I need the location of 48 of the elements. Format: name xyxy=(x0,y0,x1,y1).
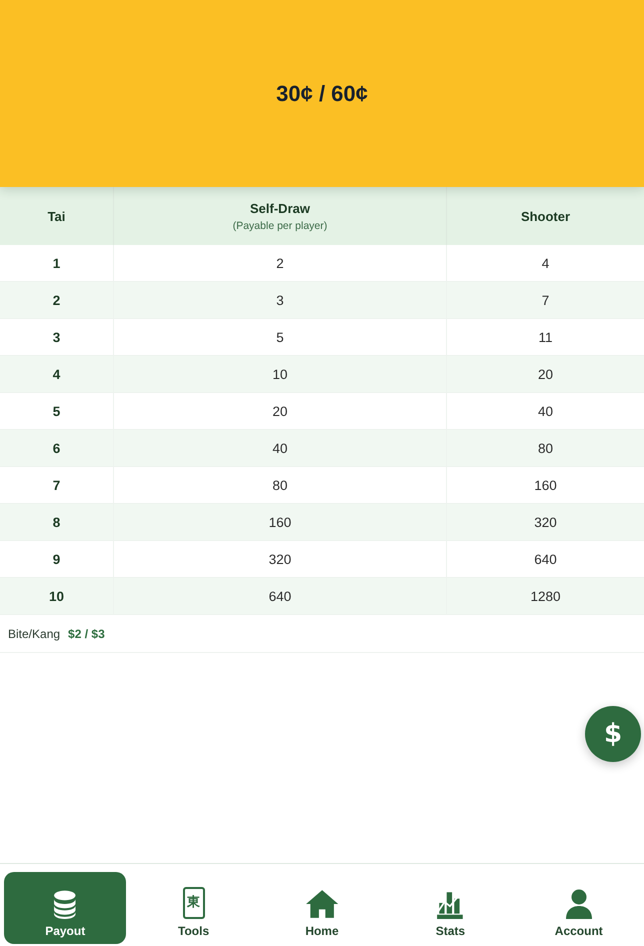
shooter-value: 640 xyxy=(534,552,557,566)
nav-tab[interactable]: Stats xyxy=(389,872,512,944)
self-draw-value: 5 xyxy=(276,330,284,344)
bar-chart-icon xyxy=(436,889,464,919)
column-note: (Payable per player) xyxy=(232,220,328,232)
nav-tab[interactable]: Payout xyxy=(4,872,126,944)
tai-value: 1 xyxy=(52,256,60,270)
tai-value: 4 xyxy=(52,366,60,382)
shooter-value: 1280 xyxy=(530,588,561,604)
column-title: Shooter xyxy=(520,208,570,224)
account-icon xyxy=(564,889,593,919)
self-draw-value: 3 xyxy=(276,292,284,308)
self-draw-value: 2 xyxy=(276,256,284,270)
shooter-value: 40 xyxy=(538,404,554,418)
mahjong-tile-icon: 東 xyxy=(182,887,205,919)
tai-value: 2 xyxy=(52,292,60,308)
self-draw-value: 320 xyxy=(268,552,292,566)
shooter-value: 160 xyxy=(534,478,557,492)
shooter-value: 11 xyxy=(538,330,552,344)
column-title: Tai xyxy=(48,208,66,224)
stake-title: 30¢ / 60¢ xyxy=(276,80,368,106)
shooter-value: 20 xyxy=(538,366,554,382)
payout-fab-button[interactable]: $ xyxy=(585,706,641,762)
shooter-value: 80 xyxy=(538,440,554,456)
tai-value: 6 xyxy=(52,440,60,456)
tai-value: 5 xyxy=(52,404,60,418)
self-draw-value: 640 xyxy=(268,588,292,604)
nav-tab[interactable]: Home xyxy=(260,872,384,944)
tai-value: 9 xyxy=(52,552,60,566)
bite-kang-label: Bite/Kang xyxy=(8,626,60,640)
nav-tab[interactable]: 東 Tools xyxy=(132,872,255,944)
self-draw-value: 80 xyxy=(272,478,288,492)
coin-stack-icon xyxy=(53,889,77,919)
shooter-value: 320 xyxy=(534,514,557,530)
bite-kang-value: $2 / $3 xyxy=(68,626,105,640)
home-icon xyxy=(304,889,340,919)
tai-value: 7 xyxy=(52,478,60,492)
self-draw-value: 10 xyxy=(272,366,288,382)
self-draw-value: 40 xyxy=(272,440,288,456)
self-draw-value: 160 xyxy=(268,514,292,530)
tai-value: 3 xyxy=(52,330,60,344)
nav-tab[interactable]: Account xyxy=(518,872,640,944)
self-draw-value: 20 xyxy=(272,404,288,418)
shooter-value: 7 xyxy=(542,292,550,308)
column-title: Self-Draw xyxy=(250,200,310,216)
tai-value: 10 xyxy=(48,588,64,604)
tai-value: 8 xyxy=(52,514,60,530)
shooter-value: 4 xyxy=(542,256,550,270)
